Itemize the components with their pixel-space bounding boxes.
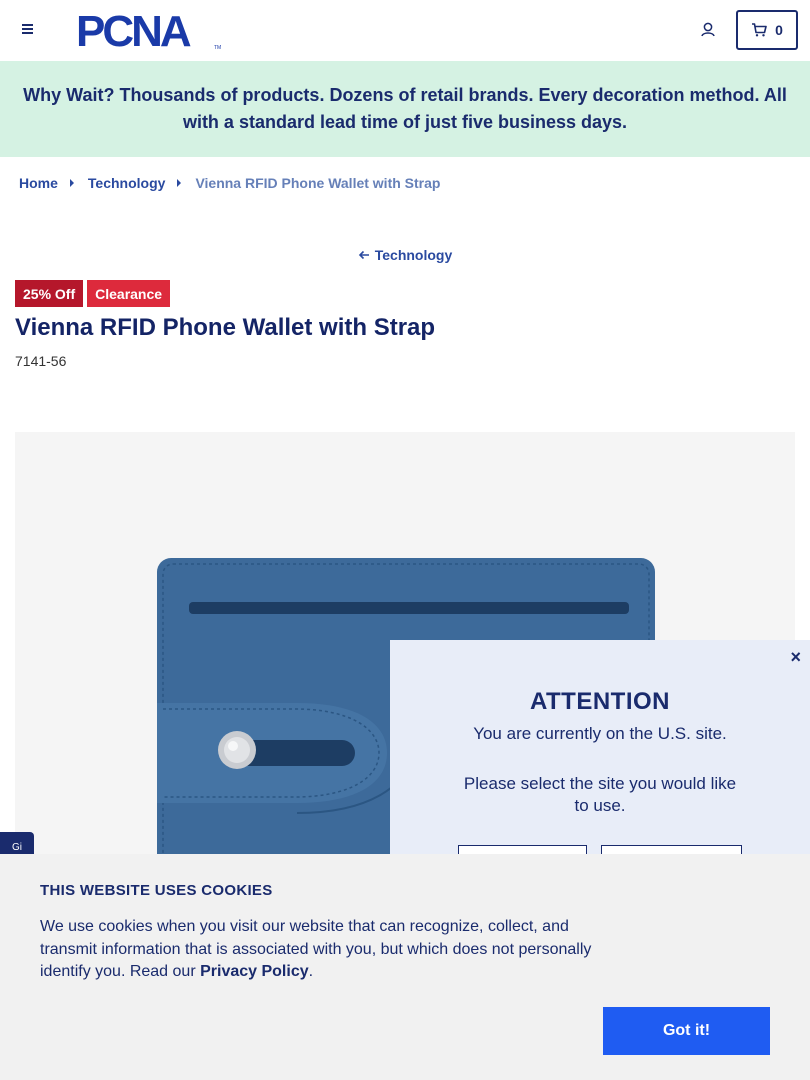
cookie-body-text: We use cookies when you visit our websit… (40, 918, 592, 980)
back-link-label: Technology (374, 247, 453, 263)
cart-button[interactable]: 0 (736, 10, 798, 50)
svg-text:PCNA: PCNA (76, 10, 191, 52)
account-icon[interactable] (698, 20, 718, 40)
hamburger-menu-icon[interactable] (18, 20, 38, 40)
got-it-button[interactable]: Got it! (603, 1007, 770, 1055)
product-sku: 7141-56 (15, 353, 67, 369)
cookie-text: We use cookies when you visit our websit… (40, 916, 610, 984)
back-link-container: Technology (0, 247, 810, 263)
clearance-badge: Clearance (87, 280, 171, 307)
site-selection-modal: × ATTENTION You are currently on the U.S… (390, 640, 810, 881)
breadcrumb-home[interactable]: Home (19, 175, 58, 191)
modal-current-site-text: You are currently on the U.S. site. (473, 724, 727, 743)
product-badges: 25% Off Clearance (15, 280, 171, 307)
site-header: PCNA TM 0 (0, 0, 810, 61)
breadcrumb-current: Vienna RFID Phone Wallet with Strap (195, 175, 441, 191)
modal-select-site-text: Please select the site you would like to… (463, 774, 737, 815)
modal-close-icon[interactable]: × (790, 648, 801, 666)
cookie-text-end: . (308, 963, 314, 980)
pcna-logo[interactable]: PCNA TM (76, 10, 224, 52)
discount-badge: 25% Off (15, 280, 84, 307)
breadcrumb-technology[interactable]: Technology (88, 175, 166, 191)
breadcrumb-separator-icon (69, 179, 74, 187)
cart-icon (752, 23, 767, 37)
breadcrumb-separator-icon (177, 179, 182, 187)
arrow-left-icon (358, 250, 369, 260)
svg-text:TM: TM (214, 45, 221, 51)
modal-title: ATTENTION (529, 688, 671, 715)
promo-text: Why Wait? Thousands of products. Dozens … (23, 85, 787, 132)
cookie-banner: THIS WEBSITE USES COOKIES We use cookies… (0, 854, 810, 1080)
back-to-technology-link[interactable]: Technology (358, 247, 453, 263)
promo-banner: Why Wait? Thousands of products. Dozens … (0, 61, 810, 157)
cookie-title: THIS WEBSITE USES COOKIES (40, 882, 273, 899)
cart-count: 0 (775, 22, 783, 38)
product-title: Vienna RFID Phone Wallet with Strap (15, 314, 436, 341)
breadcrumb: Home Technology Vienna RFID Phone Wallet… (19, 175, 440, 191)
privacy-policy-link[interactable]: Privacy Policy (200, 963, 309, 980)
